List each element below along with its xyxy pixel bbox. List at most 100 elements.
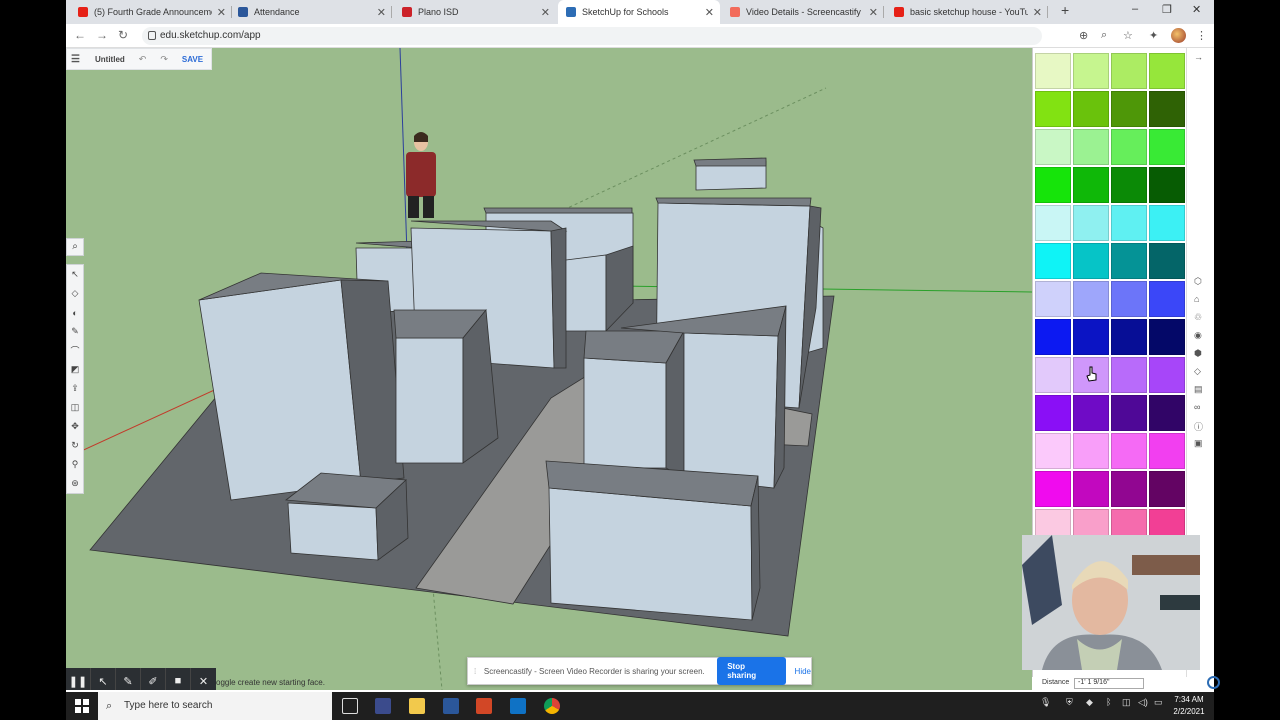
eraser-tool-icon[interactable]: ◇ <box>67 284 83 303</box>
location-icon[interactable]: ⊕ <box>1079 29 1088 42</box>
color-swatch[interactable] <box>1111 357 1147 393</box>
browser-tab[interactable]: Plano ISD ✕ <box>394 0 556 24</box>
color-swatch[interactable] <box>1035 395 1071 431</box>
move-tool-icon[interactable]: ✥ <box>67 417 83 436</box>
document-title[interactable]: Untitled <box>95 55 125 64</box>
color-swatch[interactable] <box>1073 129 1109 165</box>
color-swatch[interactable] <box>1149 281 1185 317</box>
browser-menu-icon[interactable]: ⋮ <box>1196 29 1207 42</box>
color-swatch[interactable] <box>1149 433 1185 469</box>
taskbar-search-box[interactable]: ⌕ Type here to search <box>98 692 332 720</box>
color-swatch[interactable] <box>1035 319 1071 355</box>
color-swatch[interactable] <box>1073 205 1109 241</box>
color-swatch[interactable] <box>1035 129 1071 165</box>
network-icon[interactable]: ◫ <box>1122 697 1131 708</box>
color-swatch[interactable] <box>1111 319 1147 355</box>
cursor-icon[interactable]: ↖ <box>91 668 116 690</box>
taskbar-clock[interactable]: 7:34 AM 2/2/2021 <box>1166 694 1212 718</box>
sketchup-viewport[interactable]: ☰ Untitled ↶ ↷ SAVE ⌕ ↖ ◇ ◐ ✎ ⌒ ◩ ⇪ ◫ ✥ … <box>66 48 1032 690</box>
search-icon[interactable]: ⌕ <box>66 238 84 256</box>
pencil-line-icon[interactable]: ✎ <box>67 322 83 341</box>
color-swatch[interactable] <box>1035 91 1071 127</box>
color-swatch[interactable] <box>1111 205 1147 241</box>
color-swatch[interactable] <box>1073 395 1109 431</box>
model-scene[interactable] <box>66 48 1032 690</box>
color-swatch[interactable] <box>1111 471 1147 507</box>
bookmark-star-icon[interactable]: ☆ <box>1123 29 1133 42</box>
browser-tab[interactable]: (5) Fourth Grade Announcement ✕ <box>70 0 232 24</box>
distance-value[interactable]: -1' 1 9/16" <box>1074 678 1144 689</box>
file-explorer-icon[interactable] <box>409 698 425 714</box>
color-swatch[interactable] <box>1035 357 1071 393</box>
drag-handle-icon[interactable]: ⁞ <box>474 667 484 676</box>
styles-icon[interactable]: ⬢ <box>1194 348 1202 359</box>
collapse-arrow-icon[interactable]: → <box>1194 52 1203 62</box>
tab-close-icon[interactable]: ✕ <box>377 6 386 19</box>
url-field[interactable]: edu.sketchup.com/app <box>142 27 1042 45</box>
new-tab-button[interactable]: + <box>1061 2 1069 18</box>
color-swatch[interactable] <box>1073 433 1109 469</box>
color-swatch[interactable] <box>1073 53 1109 89</box>
zoom-icon[interactable]: ⌕ <box>1101 29 1107 42</box>
security-icon[interactable]: ⛨ <box>1066 697 1073 708</box>
display-icon[interactable]: ∞ <box>1194 402 1200 412</box>
undo-icon[interactable]: ↶ <box>139 54 147 65</box>
instructor-icon[interactable]: ⌂ <box>1194 294 1199 304</box>
rotate-tool-icon[interactable]: ↻ <box>67 436 83 455</box>
rectangle-tool-icon[interactable]: ◩ <box>67 360 83 379</box>
redo-icon[interactable]: ↷ <box>160 54 168 65</box>
highlighter-icon[interactable]: ✐ <box>141 668 166 690</box>
tape-measure-icon[interactable]: ⚲ <box>67 455 83 474</box>
paint-bucket-icon[interactable]: ◐ <box>67 303 83 322</box>
orbit-tool-icon[interactable]: ⊛ <box>67 474 83 493</box>
color-swatch[interactable] <box>1149 53 1185 89</box>
minimize-button[interactable]: – <box>1132 3 1138 15</box>
color-swatch[interactable] <box>1149 91 1185 127</box>
color-swatch[interactable] <box>1149 205 1185 241</box>
arc-tool-icon[interactable]: ⌒ <box>67 341 83 360</box>
pause-icon[interactable]: ❚❚ <box>66 668 91 690</box>
color-swatch[interactable] <box>1035 205 1071 241</box>
color-swatch[interactable] <box>1035 53 1071 89</box>
tab-close-icon[interactable]: ✕ <box>705 6 714 19</box>
color-swatch[interactable] <box>1111 91 1147 127</box>
color-swatch[interactable] <box>1149 319 1185 355</box>
windows-start-icon[interactable] <box>75 699 89 713</box>
chrome-icon[interactable] <box>544 698 560 714</box>
volume-icon[interactable]: ◁) <box>1138 697 1148 708</box>
tab-close-icon[interactable]: ✕ <box>217 6 226 19</box>
battery-icon[interactable]: ▭ <box>1154 697 1163 708</box>
powerpoint-icon[interactable] <box>476 698 492 714</box>
browser-tab[interactable]: SketchUp for Schools ✕ <box>558 0 720 24</box>
color-swatch[interactable] <box>1073 281 1109 317</box>
maximize-button[interactable]: ❐ <box>1162 3 1172 16</box>
tab-close-icon[interactable]: ✕ <box>1033 6 1042 19</box>
color-swatch[interactable] <box>1149 395 1185 431</box>
color-swatch[interactable] <box>1111 129 1147 165</box>
browser-tab[interactable]: Attendance ✕ <box>230 0 392 24</box>
color-swatch[interactable] <box>1149 167 1185 203</box>
push-pull-icon[interactable]: ⇪ <box>67 379 83 398</box>
tags-icon[interactable]: ◇ <box>1194 366 1201 377</box>
color-swatch[interactable] <box>1035 433 1071 469</box>
bluetooth-icon[interactable]: ᛒ <box>1106 697 1111 707</box>
scenes-icon[interactable]: ▤ <box>1194 384 1203 395</box>
extensions-icon[interactable]: ✦ <box>1149 29 1158 42</box>
color-swatch[interactable] <box>1073 91 1109 127</box>
hamburger-menu-icon[interactable]: ☰ <box>71 54 81 65</box>
color-swatch[interactable] <box>1073 471 1109 507</box>
profile-avatar[interactable] <box>1171 28 1186 43</box>
tab-close-icon[interactable]: ✕ <box>541 6 550 19</box>
color-swatch[interactable] <box>1111 433 1147 469</box>
offset-tool-icon[interactable]: ◫ <box>67 398 83 417</box>
task-view-icon[interactable] <box>342 698 358 714</box>
outlook-icon[interactable] <box>510 698 526 714</box>
color-swatch[interactable] <box>1111 395 1147 431</box>
entity-info-icon[interactable]: ⬡ <box>1194 276 1202 287</box>
color-swatch[interactable] <box>1035 167 1071 203</box>
browser-tab[interactable]: Video Details - Screencastify ✕ <box>722 0 884 24</box>
color-swatch[interactable] <box>1149 243 1185 279</box>
mic-icon[interactable]: 🎙 <box>1040 697 1051 708</box>
stop-sharing-button[interactable]: Stop sharing <box>717 657 786 685</box>
camera-icon[interactable]: ■ <box>166 668 191 690</box>
